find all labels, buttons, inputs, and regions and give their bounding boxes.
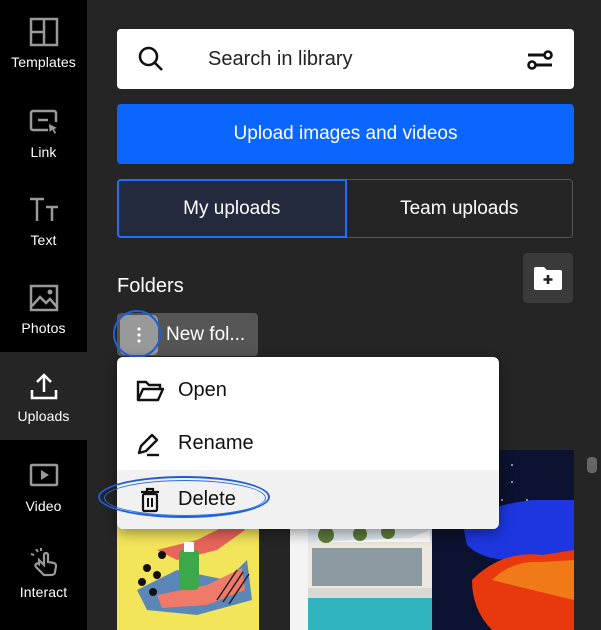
trash-icon [141, 487, 159, 512]
upload-icon [30, 373, 57, 400]
folders-heading: Folders [117, 275, 184, 297]
sidebar-item-label: Video [25, 498, 62, 514]
sidebar-item-link[interactable]: Link [0, 106, 87, 182]
templates-icon [29, 17, 58, 47]
filter-icon[interactable] [526, 48, 554, 72]
sidebar-item-video[interactable]: Video [0, 460, 87, 530]
folder-item[interactable]: New fol... [117, 313, 258, 356]
menu-item-label: Open [178, 379, 227, 401]
tab-my-uploads[interactable]: My uploads [117, 179, 347, 238]
uploads-tabs: My uploads Team uploads [117, 179, 573, 238]
folder-name: New fol... [166, 323, 246, 345]
folder-open-icon [136, 380, 165, 401]
upload-images-videos-button[interactable]: Upload images and videos [117, 104, 574, 164]
uploads-panel: Search in library Upload images and vide… [87, 0, 601, 630]
menu-item-delete[interactable]: Delete [117, 470, 499, 529]
text-icon [29, 197, 58, 221]
folder-context-menu: Open Rename Delete [117, 357, 499, 529]
search-placeholder: Search in library [208, 47, 353, 70]
sidebar-item-label: Templates [11, 54, 76, 70]
interact-icon [30, 548, 57, 577]
tab-team-uploads[interactable]: Team uploads [347, 180, 573, 237]
video-icon [29, 463, 58, 487]
sidebar-item-label: Interact [19, 584, 68, 600]
scrollbar-thumb[interactable] [587, 457, 597, 473]
sidebar-item-templates[interactable]: Templates [0, 16, 87, 94]
pencil-icon [137, 433, 159, 456]
link-icon [29, 109, 57, 134]
menu-item-rename[interactable]: Rename [117, 417, 499, 470]
sidebar-item-label: Link [30, 144, 57, 160]
sidebar-item-label: Photos [21, 320, 66, 336]
photos-icon [29, 284, 58, 312]
menu-item-label: Delete [178, 488, 236, 510]
search-input[interactable]: Search in library [117, 29, 574, 89]
more-vertical-icon [137, 327, 141, 343]
menu-item-open[interactable]: Open [117, 364, 499, 417]
search-icon [138, 46, 163, 71]
sidebar-item-label: Uploads [17, 408, 70, 424]
folder-options-button[interactable] [120, 315, 158, 355]
sidebar-item-label: Text [30, 232, 57, 248]
add-folder-button[interactable] [523, 253, 573, 303]
sidebar: Templates Link Text Photos Uploads Video… [0, 0, 87, 630]
sidebar-item-uploads[interactable]: Uploads [0, 352, 87, 440]
sidebar-item-text[interactable]: Text [0, 194, 87, 270]
sidebar-item-photos[interactable]: Photos [0, 282, 87, 352]
sidebar-item-interact[interactable]: Interact [0, 546, 87, 622]
folder-plus-icon [534, 267, 562, 290]
menu-item-label: Rename [178, 432, 254, 454]
